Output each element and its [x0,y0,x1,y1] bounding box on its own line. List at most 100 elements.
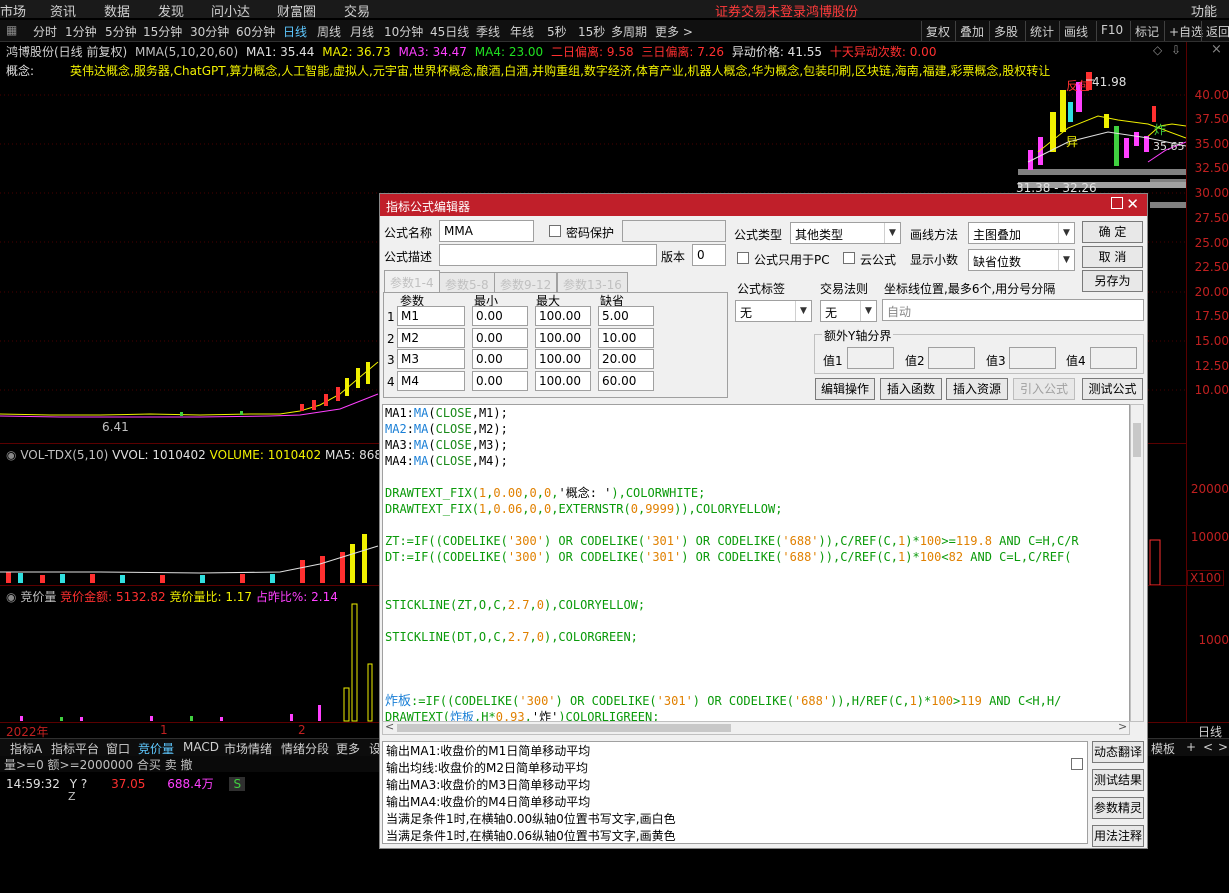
desc-checkbox[interactable] [1071,758,1083,770]
tab-params-5-8[interactable]: 参数5-8 [439,272,495,292]
decimals-select[interactable]: 缺省位数 ▼ [968,249,1075,271]
password-checkbox[interactable] [549,225,561,237]
period-tab[interactable]: 15分钟 [143,23,182,40]
chevron-down-icon[interactable]: ▼ [1058,223,1074,243]
menu-data[interactable]: 数据 [104,1,130,20]
code-horizontal-scrollbar[interactable]: < > [382,720,1130,735]
login-status[interactable]: 证券交易未登录 [715,1,806,20]
menu-news[interactable]: 资讯 [50,1,76,20]
period-tab[interactable]: 周线 [317,23,341,40]
trade-rule-select[interactable]: 无 ▼ [820,300,877,322]
chevron-down-icon[interactable]: ▼ [795,301,811,321]
value3-input[interactable] [1009,347,1056,369]
tab-params-1-4[interactable]: 参数1-4 [384,270,440,293]
fuquan-button[interactable]: 复权 [921,21,954,41]
close-icon[interactable]: × [1211,42,1222,57]
period-tab[interactable]: 季线 [476,23,500,40]
import-formula-button[interactable]: 引入公式 [1013,378,1075,400]
ok-button[interactable]: 确 定 [1082,221,1143,243]
param-max-input[interactable]: 100.00 [535,306,591,326]
insert-resource-button[interactable]: 插入资源 [946,378,1008,400]
dialog-titlebar[interactable]: 指标公式编辑器 ✕ [380,194,1147,216]
menu-trade[interactable]: 交易 [344,1,370,20]
tab-params-9-12[interactable]: 参数9-12 [494,272,558,292]
tab-prev-button[interactable]: < [1203,740,1213,754]
tab-market-sentiment[interactable]: 市场情绪 [224,740,272,757]
period-tab[interactable]: 60分钟 [236,23,275,40]
pc-only-checkbox[interactable] [737,252,749,264]
param-min-input[interactable]: 0.00 [472,371,528,391]
tab-macd[interactable]: MACD [183,740,219,754]
value1-input[interactable] [847,347,894,369]
param-max-input[interactable]: 100.00 [535,349,591,369]
stats-button[interactable]: 统计 [1025,21,1058,41]
period-tab[interactable]: 45日线 [430,23,469,40]
mark-button[interactable]: 标记 [1130,21,1163,41]
period-tab[interactable]: 30分钟 [190,23,229,40]
param-min-input[interactable]: 0.00 [472,306,528,326]
param-name-input[interactable]: M3 [397,349,465,369]
tab-more[interactable]: 更多 [336,740,360,757]
ticker-filter[interactable]: 量>=0 额>=2000000 合买 卖 撤 [0,756,380,772]
period-tab[interactable]: 月线 [350,23,374,40]
password-input[interactable] [622,220,726,242]
edit-ops-button[interactable]: 编辑操作 [815,378,875,400]
param-default-input[interactable]: 5.00 [598,306,654,326]
version-input[interactable]: 0 [692,244,726,266]
period-tab[interactable]: 多周期 [611,23,647,40]
usage-notes-button[interactable]: 用法注释 [1092,825,1144,847]
period-tab-active[interactable]: 日线 [283,23,307,40]
formula-code-editor[interactable]: MA1:MA(CLOSE,M1); MA2:MA(CLOSE,M2); MA3:… [382,404,1130,722]
draw-method-select[interactable]: 主图叠加 ▼ [968,222,1075,244]
period-tab[interactable]: 5秒 [547,23,567,40]
tab-template[interactable]: 模板 [1151,740,1175,757]
formula-desc-input[interactable] [439,244,657,266]
tab-indicator-a[interactable]: 指标A [10,740,42,757]
param-wizard-button[interactable]: 参数精灵 [1092,797,1144,819]
back-button[interactable]: 返回 [1201,21,1229,41]
tab-window[interactable]: 窗口 [106,740,130,757]
tab-params-13-16[interactable]: 参数13-16 [557,272,628,292]
test-formula-button[interactable]: 测试公式 [1082,378,1143,400]
period-more[interactable]: 更多 > [655,23,693,40]
add-tab-button[interactable]: + [1186,740,1196,754]
tab-auction[interactable]: 竞价量 [138,740,174,757]
chevron-down-icon[interactable]: ▼ [884,223,900,243]
param-max-input[interactable]: 100.00 [535,328,591,348]
dynamic-translate-button[interactable]: 动态翻译 [1092,741,1144,763]
period-tab[interactable]: 15秒 [578,23,605,40]
menu-wealth[interactable]: 财富圈 [277,1,316,20]
menu-xiaoda[interactable]: 问小达 [211,1,250,20]
param-name-input[interactable]: M2 [397,328,465,348]
tab-indicator-platform[interactable]: 指标平台 [51,740,99,757]
maximize-icon[interactable] [1111,197,1123,209]
draw-line-button[interactable]: 画线 [1059,21,1092,41]
formula-type-select[interactable]: 其他类型 ▼ [790,222,901,244]
value2-input[interactable] [928,347,975,369]
save-as-button[interactable]: 另存为 [1082,270,1143,292]
period-tab[interactable]: 年线 [510,23,534,40]
period-tab[interactable]: 分时 [33,23,57,40]
period-tab[interactable]: 1分钟 [65,23,97,40]
param-default-input[interactable]: 20.00 [598,349,654,369]
menu-discover[interactable]: 发现 [158,1,184,20]
close-icon[interactable]: ✕ [1126,195,1139,213]
param-default-input[interactable]: 10.00 [598,328,654,348]
menu-function[interactable]: 功能 [1191,1,1217,20]
period-tab[interactable]: 10分钟 [384,23,423,40]
param-min-input[interactable]: 0.00 [472,328,528,348]
code-vertical-scrollbar[interactable] [1130,404,1144,722]
overlay-button[interactable]: 叠加 [955,21,988,41]
formula-tag-select[interactable]: 无 ▼ [735,300,812,322]
cancel-button[interactable]: 取 消 [1082,246,1143,268]
test-result-button[interactable]: 测试结果 [1092,769,1144,791]
multi-stock-button[interactable]: 多股 [989,21,1022,41]
scroll-thumb[interactable] [397,724,731,732]
coord-line-input[interactable]: 自动 [882,299,1144,321]
f10-button[interactable]: F10 [1096,21,1127,41]
scroll-thumb[interactable] [1133,423,1141,457]
param-max-input[interactable]: 100.00 [535,371,591,391]
chevron-right-icon[interactable]: > [1118,720,1127,733]
param-name-input[interactable]: M1 [397,306,465,326]
tab-next-button[interactable]: > [1218,740,1228,754]
